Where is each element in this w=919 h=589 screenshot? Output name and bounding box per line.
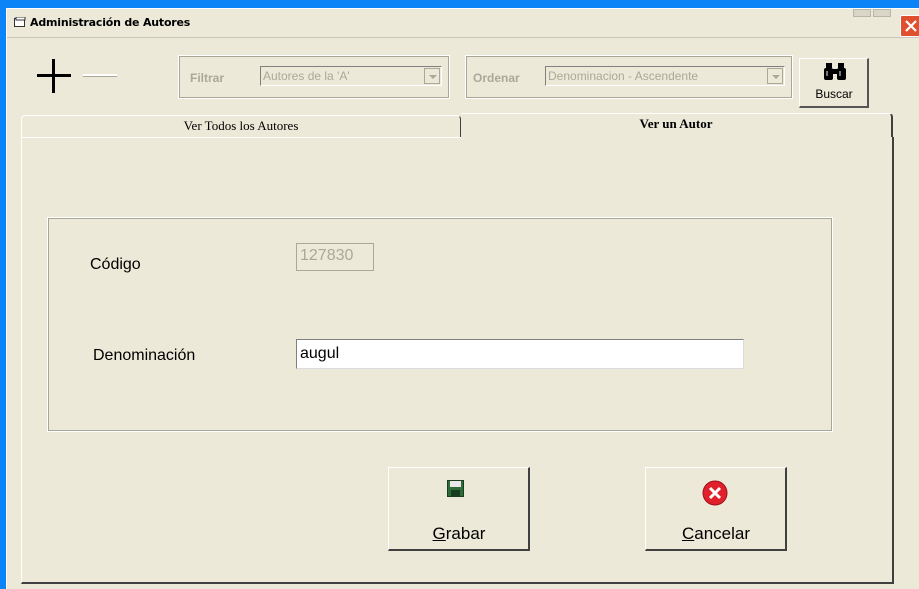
maximize-ghost [873, 9, 891, 17]
window-icon [14, 17, 26, 27]
floppy-disk-icon [447, 480, 464, 497]
author-frame [47, 217, 833, 432]
order-select[interactable]: Denominacion - Ascendente [545, 66, 785, 86]
save-button[interactable]: Grabar [388, 467, 530, 551]
code-field: 127830 [296, 243, 374, 271]
close-icon [905, 20, 917, 32]
cancel-button[interactable]: Cancelar [645, 467, 787, 551]
panel-divider [21, 137, 461, 138]
binoculars-icon [824, 63, 846, 80]
search-button[interactable]: Buscar [799, 58, 869, 108]
minimize-ghost [853, 9, 871, 17]
code-label: Código [90, 256, 141, 273]
tab-ver-todos[interactable]: Ver Todos los Autores [21, 115, 461, 137]
save-button-label: Grabar [432, 524, 486, 543]
close-button[interactable] [900, 15, 919, 37]
order-label: Ordenar [473, 71, 520, 85]
cancel-circle-icon [702, 480, 728, 506]
title-bar[interactable]: Administración de Autores [7, 9, 919, 38]
window-title: Administración de Autores [30, 16, 191, 29]
name-input[interactable] [296, 339, 744, 369]
order-select-value: Denominacion - Ascendente [548, 69, 699, 83]
name-label: Denominación [93, 347, 196, 364]
filter-select-value: Autores de la 'A' [263, 69, 350, 83]
plus-icon[interactable] [37, 59, 71, 93]
minus-icon[interactable] [83, 59, 117, 93]
chevron-down-icon[interactable] [767, 68, 783, 84]
cancel-button-label: Cancelar [681, 524, 751, 543]
chevron-down-icon[interactable] [424, 68, 440, 84]
autores-window: Administración de Autores Filtrar Autore… [6, 8, 919, 589]
tab-ver-un-autor[interactable]: Ver un Autor [461, 113, 893, 139]
filter-select[interactable]: Autores de la 'A' [260, 66, 442, 86]
filter-label: Filtrar [190, 71, 225, 85]
search-button-label: Buscar [815, 87, 853, 101]
